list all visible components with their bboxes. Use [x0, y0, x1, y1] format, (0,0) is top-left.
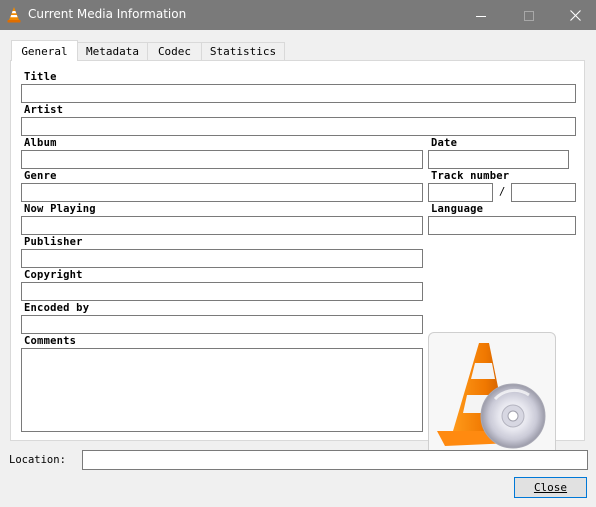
close-button-label: Close [533, 481, 568, 494]
track-number-field[interactable] [428, 183, 493, 202]
track-number-label: Track number [431, 170, 510, 182]
album-art [428, 332, 556, 460]
artist-label: Artist [24, 104, 64, 116]
publisher-label: Publisher [24, 236, 83, 248]
vlc-cone-icon [7, 7, 21, 23]
location-field[interactable] [82, 450, 588, 470]
now-playing-label: Now Playing [24, 203, 96, 215]
copyright-label: Copyright [24, 269, 83, 281]
comments-label: Comments [24, 335, 77, 347]
title-label: Title [24, 71, 57, 83]
tab-metadata-label: Metadata [86, 45, 139, 58]
tab-statistics[interactable]: Statistics [201, 42, 285, 60]
language-field[interactable] [428, 216, 576, 235]
encoded-by-field[interactable] [21, 315, 423, 334]
tab-general-label: General [21, 44, 68, 58]
close-button[interactable]: Close [514, 477, 587, 498]
title-bar: Current Media Information [0, 0, 596, 30]
genre-field[interactable] [21, 183, 423, 202]
artist-field[interactable] [21, 117, 576, 136]
album-label: Album [24, 137, 57, 149]
close-icon [569, 6, 581, 25]
genre-label: Genre [24, 170, 57, 182]
publisher-field[interactable] [21, 249, 423, 268]
minimize-button[interactable] [458, 0, 504, 30]
minimize-icon [476, 6, 486, 25]
window-title: Current Media Information [28, 7, 187, 21]
dialog-body: General Metadata Codec Statistics Title … [0, 30, 596, 507]
language-label: Language [431, 203, 484, 215]
copyright-field[interactable] [21, 282, 423, 301]
maximize-icon [524, 6, 534, 25]
title-field[interactable] [21, 84, 576, 103]
date-label: Date [431, 137, 458, 149]
tab-statistics-label: Statistics [209, 45, 277, 58]
album-field[interactable] [21, 150, 423, 169]
comments-textarea[interactable] [21, 348, 423, 432]
close-window-button[interactable] [552, 0, 596, 30]
location-label: Location: [9, 454, 66, 466]
track-separator: / [499, 186, 506, 198]
tab-general[interactable]: General [11, 40, 78, 61]
tab-codec[interactable]: Codec [147, 42, 202, 60]
tab-codec-label: Codec [157, 45, 192, 58]
maximize-button[interactable] [506, 0, 552, 30]
now-playing-field[interactable] [21, 216, 423, 235]
date-field[interactable] [428, 150, 569, 169]
general-panel: Title Artist Album Date Genre Track numb… [10, 60, 585, 460]
tab-metadata[interactable]: Metadata [77, 42, 148, 60]
encoded-by-label: Encoded by [24, 302, 90, 314]
track-total-field[interactable] [511, 183, 576, 202]
